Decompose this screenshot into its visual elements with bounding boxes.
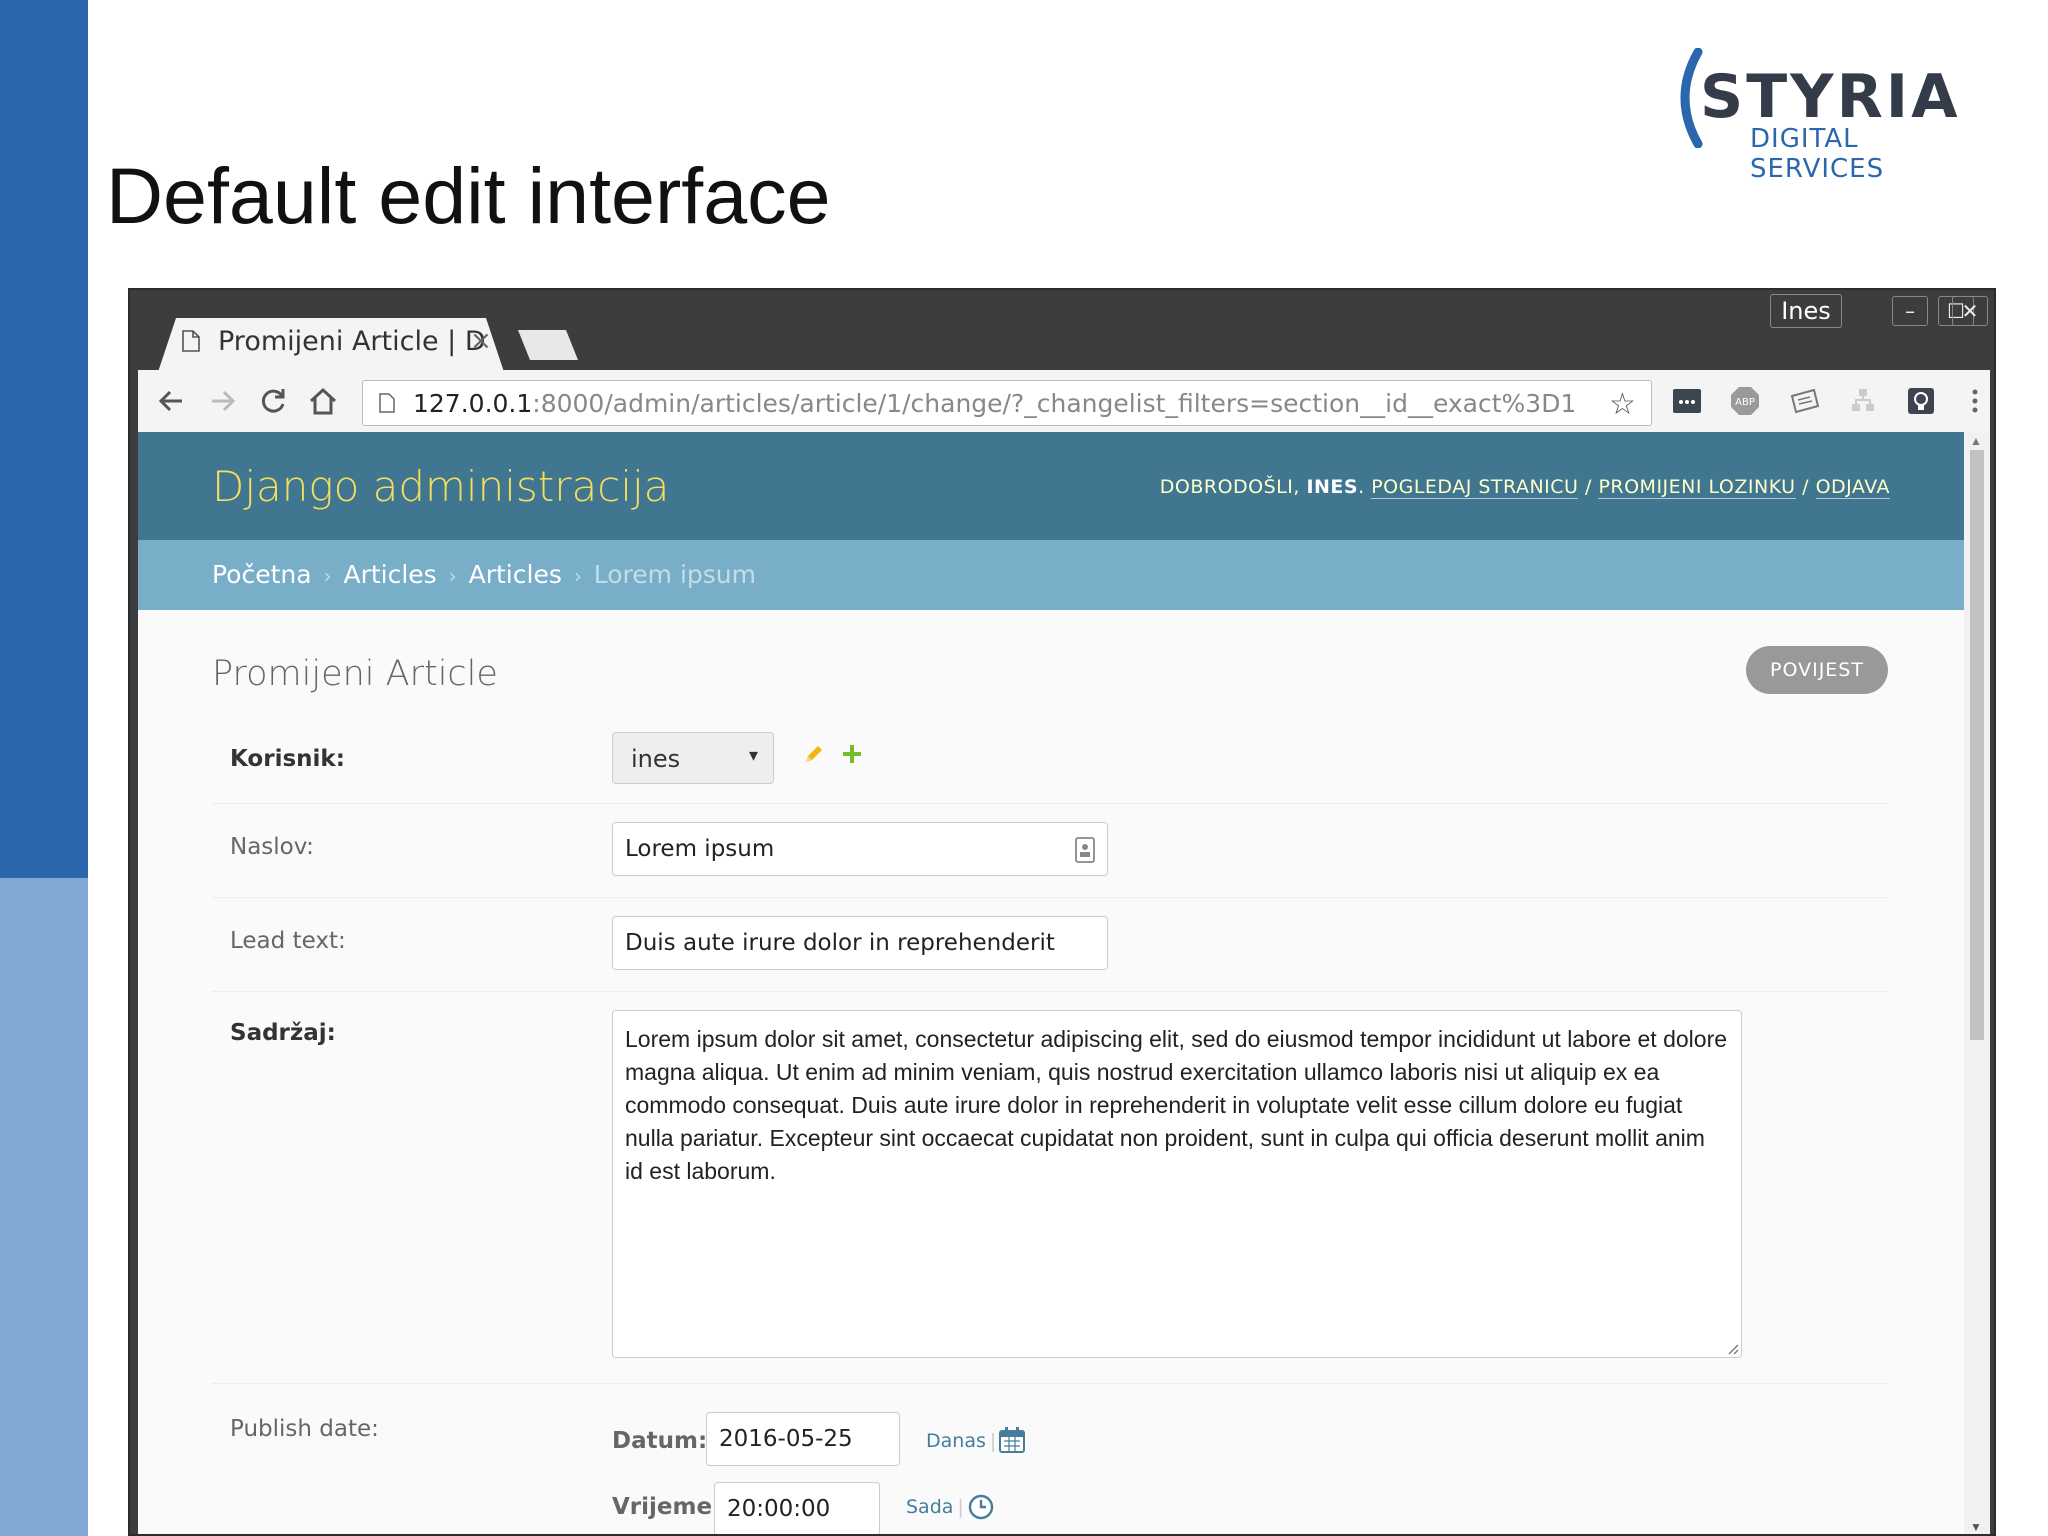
slide-accent-bar-light: [0, 878, 88, 1536]
logo-subtitle: DIGITAL SERVICES: [1750, 124, 1885, 184]
time-label: Vrijeme:: [612, 1494, 722, 1520]
time-input[interactable]: [715, 1483, 879, 1534]
date-field[interactable]: [706, 1412, 900, 1466]
publish-label: Publish date:: [230, 1416, 379, 1442]
breadcrumb-app[interactable]: Articles: [343, 560, 436, 589]
star-icon[interactable]: ☆: [1609, 387, 1636, 422]
abp-icon[interactable]: ABP: [1728, 384, 1762, 418]
minimize-button[interactable]: –: [1892, 296, 1928, 326]
form-row-lead: Lead text:: [212, 898, 1888, 992]
slide-accent-bar: [0, 0, 88, 878]
content-field[interactable]: [612, 1010, 1742, 1358]
content-textarea[interactable]: [613, 1011, 1741, 1357]
lead-field[interactable]: [612, 916, 1108, 970]
svg-text:ABP: ABP: [1735, 397, 1755, 408]
new-tab-button[interactable]: [518, 330, 578, 360]
form-row-content: Sadržaj:: [212, 992, 1888, 1384]
scrollbar-thumb[interactable]: [1970, 450, 1984, 1040]
extension-icon[interactable]: [1904, 384, 1938, 418]
back-arrow-icon[interactable]: [154, 384, 188, 418]
breadcrumb-current: Lorem ipsum: [593, 560, 756, 589]
extension-icon[interactable]: [1788, 384, 1822, 418]
breadcrumb: Početna › Articles › Articles › Lorem ip…: [138, 540, 1964, 610]
url-text[interactable]: 127.0.0.1:8000/admin/articles/article/1/…: [413, 389, 1576, 418]
scroll-down-icon[interactable]: ▼: [1970, 1520, 1982, 1534]
view-site-link[interactable]: POGLEDAJ STRANICU: [1371, 476, 1579, 499]
now-link[interactable]: Sada: [906, 1496, 953, 1518]
lead-label: Lead text:: [230, 928, 346, 954]
tab-title: Promijeni Article | D: [218, 326, 486, 357]
url-path: :8000/admin/articles/article/1/change/?_…: [532, 389, 1577, 418]
user-tools: DOBRODOŠLI, INES. POGLEDAJ STRANICU / PR…: [1159, 476, 1890, 499]
page-title: Promijeni Article: [212, 654, 498, 694]
url-host: 127.0.0.1: [413, 389, 533, 418]
document-icon: [182, 330, 200, 352]
logo-wordmark: STYRIA: [1700, 62, 1961, 132]
scroll-up-icon[interactable]: ▲: [1970, 434, 1982, 448]
close-window-button[interactable]: ✕: [1952, 296, 1988, 326]
clock-icon[interactable]: [968, 1494, 994, 1520]
date-label: Datum:: [612, 1428, 708, 1454]
time-field[interactable]: [714, 1482, 880, 1534]
page-scrollbar[interactable]: ▲ ▼: [1964, 432, 1990, 1534]
tab-close-icon[interactable]: ×: [470, 326, 492, 356]
address-bar[interactable]: 127.0.0.1:8000/admin/articles/article/1/…: [362, 380, 1652, 426]
form-row-title: Naslov:: [212, 804, 1888, 898]
change-password-link[interactable]: PROMIJENI LOZINKU: [1598, 476, 1796, 499]
contact-card-icon[interactable]: [1075, 837, 1095, 863]
admin-header: Django administracija DOBRODOŠLI, INES. …: [138, 432, 1964, 540]
username: INES: [1306, 476, 1359, 498]
user-select[interactable]: ines ▾: [612, 732, 774, 784]
reload-icon[interactable]: [256, 384, 290, 418]
site-branding[interactable]: Django administracija: [212, 462, 669, 511]
plus-icon[interactable]: [840, 742, 864, 766]
title-label: Naslov:: [230, 834, 314, 860]
date-input[interactable]: [707, 1413, 899, 1465]
home-icon[interactable]: [306, 384, 340, 418]
resize-handle-icon[interactable]: [1725, 1341, 1739, 1355]
chevron-down-icon: ▾: [749, 745, 759, 765]
calendar-icon[interactable]: [998, 1426, 1026, 1454]
logout-link[interactable]: ODJAVA: [1815, 476, 1890, 499]
history-button[interactable]: POVIJEST: [1746, 646, 1888, 694]
page-info-icon[interactable]: [379, 393, 395, 413]
user-label: Korisnik:: [230, 746, 345, 772]
title-field[interactable]: [612, 822, 1108, 876]
form-row-user: Korisnik: ines ▾: [212, 720, 1888, 804]
today-link[interactable]: Danas: [926, 1430, 986, 1452]
profile-button[interactable]: Ines: [1770, 294, 1842, 328]
extension-icon[interactable]: [1846, 384, 1880, 418]
form-row-publish: Publish date: Datum: Danas| Vrijeme: Sad…: [212, 1384, 1888, 1534]
browser-toolbar: 127.0.0.1:8000/admin/articles/article/1/…: [138, 370, 1990, 432]
title-input[interactable]: [613, 823, 1107, 875]
menu-icon[interactable]: [1958, 384, 1992, 418]
styria-logo: STYRIA DIGITAL SERVICES: [1668, 48, 1988, 184]
welcome-text: DOBRODOŠLI,: [1159, 476, 1300, 498]
lead-input[interactable]: [613, 917, 1107, 969]
extension-icon[interactable]: [1670, 384, 1704, 418]
breadcrumb-model[interactable]: Articles: [469, 560, 562, 589]
user-select-value: ines: [631, 745, 681, 773]
slide-title: Default edit interface: [106, 151, 831, 240]
page-viewport: Django administracija DOBRODOŠLI, INES. …: [138, 432, 1990, 1534]
forward-arrow-icon[interactable]: [206, 384, 240, 418]
browser-window: Promijeni Article | D × Ines – ☐ 127.0.0…: [128, 288, 1996, 1536]
breadcrumb-home[interactable]: Početna: [212, 560, 312, 589]
content-label: Sadržaj:: [230, 1020, 336, 1046]
pencil-icon[interactable]: [802, 742, 826, 766]
